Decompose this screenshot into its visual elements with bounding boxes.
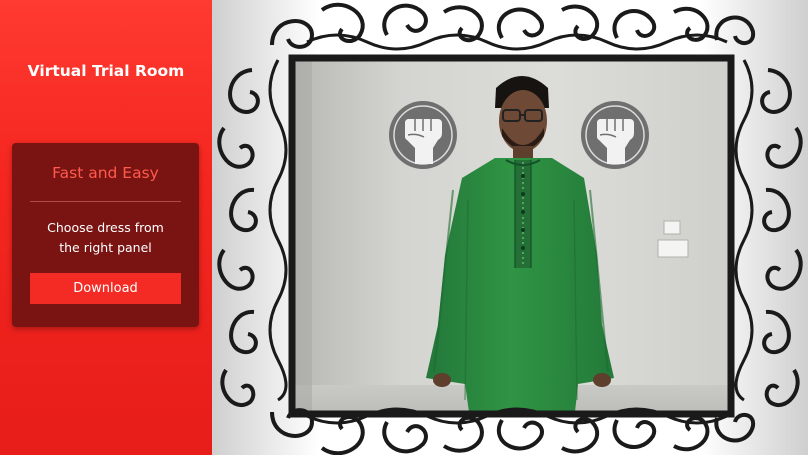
download-button[interactable]: Download — [30, 273, 181, 304]
raised-fist-icon — [389, 101, 457, 169]
card-description-line2: the right panel — [59, 240, 152, 255]
app-title: Virtual Trial Room — [27, 62, 185, 80]
card-description: Choose dress from the right panel — [30, 218, 181, 258]
info-card: Fast and Easy Choose dress from the righ… — [12, 143, 199, 327]
raised-fist-icon — [581, 101, 649, 169]
trial-stage — [212, 0, 808, 455]
sidebar: Virtual Trial Room Fast and Easy Choose … — [0, 0, 212, 455]
stage-canvas — [217, 2, 803, 455]
card-divider — [30, 201, 181, 202]
camera-feed — [294, 60, 729, 412]
card-description-line1: Choose dress from — [47, 220, 164, 235]
card-heading: Fast and Easy — [52, 164, 159, 182]
